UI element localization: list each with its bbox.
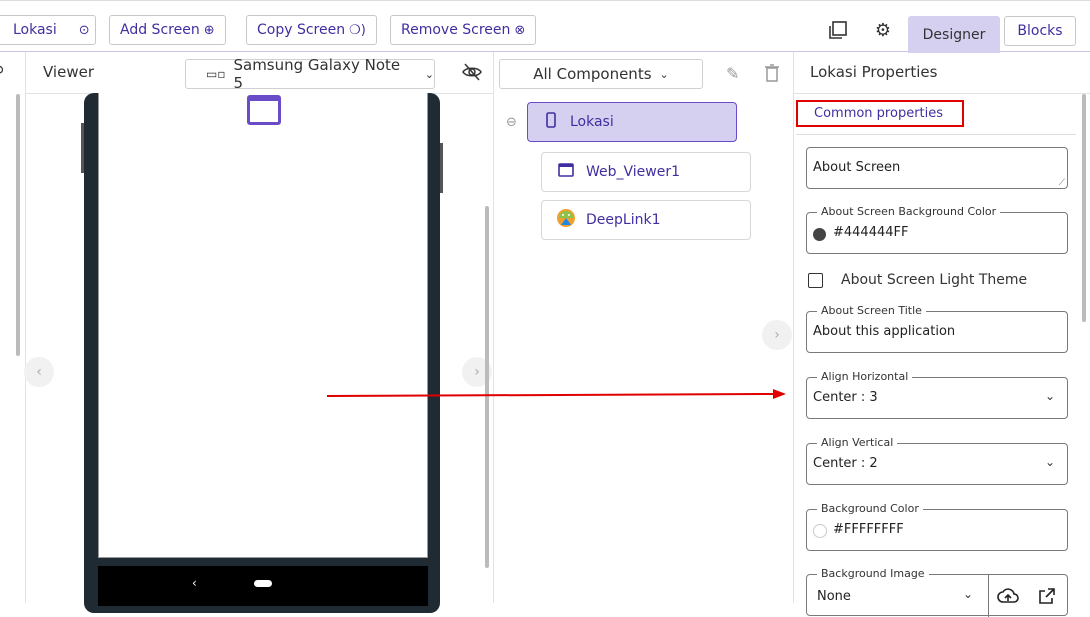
about-bg-color-field[interactable]: About Screen Background Color #444444FF [806,205,1068,254]
resize-handle-icon: ⟋ [1058,178,1065,188]
align-vertical-select[interactable]: Align Vertical Center : 2 ⌄ [806,436,1068,485]
background-image-field[interactable]: Background Image None ⌄ [806,567,1068,617]
phone-icon [546,112,556,132]
screen-selector[interactable]: Lokasi ⊙ [0,15,96,45]
color-value: #444444FF [833,225,909,240]
component-filter[interactable]: All Components ⌄ [499,59,703,89]
title-value: About this application [813,324,956,339]
remove-screen-label: Remove Screen [401,22,511,38]
component-label: Lokasi [570,114,614,130]
select-value: None [817,589,851,604]
about-title-field[interactable]: About Screen Title About this applicatio… [806,304,1068,353]
add-screen-label: Add Screen [120,22,200,38]
palette-scrollbar[interactable] [16,94,20,356]
phone-mockup: ‹ [81,93,443,613]
about-screen-field[interactable]: About Screen ⟋ [806,147,1068,189]
properties-title: Lokasi Properties [810,63,938,81]
chevron-down-icon: ⊙ [78,22,90,38]
device-icon: ▭▫ [206,67,226,81]
copy-icon: ❍) [349,22,366,38]
field-label: Align Horizontal [817,370,913,383]
viewer-header: Viewer ▭▫ Samsung Galaxy Note 5 ⌄ [26,52,493,94]
field-label: About Screen Title [817,304,926,317]
viewer-title: Viewer [43,63,94,81]
phone-screen[interactable] [98,93,428,558]
components-pane: All Components ⌄ ✎ ⊖ Lokasi Web_Viewer1 … [494,52,794,603]
select-value: Center : 2 [813,456,878,471]
align-horizontal-select[interactable]: Align Horizontal Center : 3 ⌄ [806,370,1068,419]
device-name: Samsung Galaxy Note 5 [233,56,401,92]
back-icon[interactable]: ‹ [192,576,197,590]
close-circle-icon: ⊗ [514,22,526,38]
chevron-down-icon: ⌄ [424,67,434,81]
component-filter-label: All Components [533,65,652,83]
field-label: About Screen Background Color [817,205,1001,218]
component-item-web-viewer[interactable]: Web_Viewer1 [541,152,751,192]
color-value: #FFFFFFFF [833,522,904,537]
remove-screen-button[interactable]: Remove Screen ⊗ [390,15,537,45]
section-label: Common properties [814,106,944,121]
web-viewer-icon [558,163,574,181]
viewer-scrollbar[interactable] [485,206,489,568]
phone-navbar: ‹ [98,566,428,606]
tab-blocks[interactable]: Blocks [1004,16,1076,46]
web-viewer-icon[interactable] [247,95,281,125]
component-label: Web_Viewer1 [586,164,681,180]
collapse-icon[interactable]: ⊖ [506,115,517,130]
plus-circle-icon: ⊕ [203,22,215,38]
search-icon[interactable]: ⚲ [0,64,4,80]
upload-cloud-icon[interactable] [997,587,1019,609]
copy-screen-button[interactable]: Copy Screen ❍) [246,15,377,45]
copy-screen-label: Copy Screen [257,22,346,38]
tab-designer[interactable]: Designer [908,16,1000,53]
gallery-icon[interactable] [827,19,849,41]
gear-icon[interactable]: ⚙ [872,19,894,41]
chevron-down-icon: ⌄ [659,67,669,81]
chevron-down-icon: ⌄ [963,587,974,601]
properties-header: Lokasi Properties [794,52,1090,94]
about-screen-value: About Screen [813,160,901,175]
edit-icon[interactable]: ✎ [726,64,739,83]
field-label: Background Color [817,502,923,515]
home-icon[interactable] [254,580,272,587]
light-theme-label: About Screen Light Theme [841,272,1028,288]
color-swatch [813,524,827,538]
trash-icon[interactable] [765,64,779,86]
field-divider [988,575,989,617]
section-divider [796,134,1076,135]
toolbar: Lokasi ⊙ Add Screen ⊕ Copy Screen ❍) Rem… [0,0,1090,53]
screen-name: Lokasi [13,22,57,38]
field-label: Background Image [817,567,929,580]
carousel-prev-button[interactable]: ‹ [24,357,54,387]
chevron-down-icon: ⌄ [1044,389,1055,403]
common-properties-section[interactable]: Common properties [796,100,964,127]
viewer-pane: Viewer ▭▫ Samsung Galaxy Note 5 ⌄ ‹ ‹ › [24,52,494,613]
chevron-down-icon: ⌄ [1044,455,1055,469]
component-item-deeplink[interactable]: DeepLink1 [541,200,751,240]
collapse-panel-button[interactable]: › [762,320,792,350]
properties-pane: Lokasi Properties Common properties Abou… [794,52,1090,617]
add-screen-button[interactable]: Add Screen ⊕ [109,15,226,45]
field-label: Align Vertical [817,436,898,449]
palette-pane: ⚲ [0,52,26,603]
component-label: DeepLink1 [586,212,661,228]
phone-side-button [81,123,84,173]
light-theme-checkbox[interactable] [808,273,823,288]
component-item-lokasi[interactable]: Lokasi [527,102,737,142]
device-selector[interactable]: ▭▫ Samsung Galaxy Note 5 ⌄ [185,56,435,92]
phone-side-button [440,143,443,193]
color-swatch [813,228,826,241]
eye-off-icon[interactable] [462,63,482,85]
open-external-icon[interactable] [1039,588,1055,608]
background-color-field[interactable]: Background Color #FFFFFFFF [806,502,1068,551]
select-value: Center : 3 [813,390,878,405]
properties-scrollbar[interactable] [1082,94,1086,322]
android-icon [556,208,576,232]
